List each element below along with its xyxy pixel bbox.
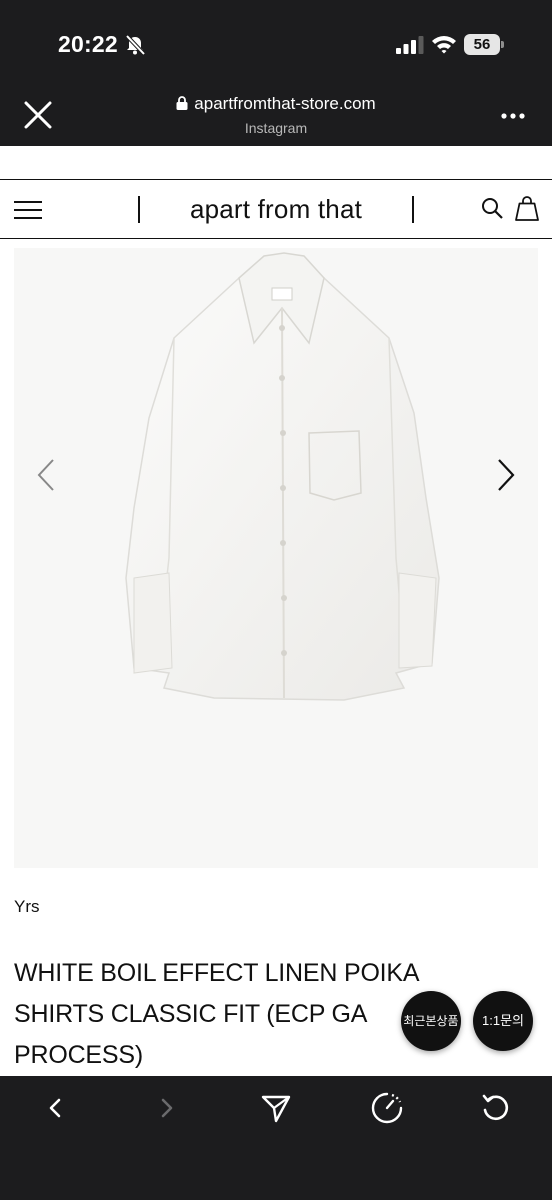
product-title-line: WHITE BOIL EFFECT LINEN POIKA: [14, 959, 420, 987]
hamburger-icon[interactable]: [14, 200, 42, 220]
battery-cap: [501, 41, 504, 48]
battery-indicator: 56: [464, 34, 504, 55]
reload-icon[interactable]: [479, 1091, 513, 1125]
product-image: [125, 252, 440, 701]
browser-toolbar: [0, 1076, 552, 1200]
product-brand[interactable]: Yrs: [14, 897, 40, 917]
lock-icon: [176, 96, 188, 110]
header-divider: [412, 196, 414, 223]
bell-slash-icon: [125, 34, 146, 56]
forward-icon[interactable]: [150, 1091, 184, 1125]
more-icon[interactable]: [500, 112, 526, 120]
site-logo[interactable]: apart from that: [140, 194, 412, 225]
site-header: apart from that: [0, 179, 552, 239]
signal-icon: [396, 36, 424, 54]
product-title-line: PROCESS): [14, 1041, 143, 1069]
wifi-icon: [432, 36, 456, 54]
browser-chrome-top: 20:22 56 apartfromthat-store.com Instagr…: [0, 0, 552, 146]
bag-icon[interactable]: [515, 196, 539, 221]
inquiry-button[interactable]: 1:1문의: [473, 991, 533, 1051]
share-icon[interactable]: [259, 1091, 293, 1125]
back-icon[interactable]: [38, 1091, 72, 1125]
url-text: apartfromthat-store.com: [194, 94, 376, 113]
search-icon[interactable]: [481, 197, 503, 219]
speed-icon[interactable]: [370, 1091, 404, 1125]
product-image-carousel[interactable]: [14, 248, 538, 868]
url-source: Instagram: [244, 120, 308, 136]
battery-level: 56: [464, 34, 500, 55]
chevron-right-icon[interactable]: [496, 458, 516, 492]
chevron-left-icon[interactable]: [36, 458, 56, 492]
recently-viewed-button[interactable]: 최근본상품: [401, 991, 461, 1051]
status-time: 20:22: [58, 31, 118, 57]
url-bar[interactable]: apartfromthat-store.com: [0, 94, 552, 114]
